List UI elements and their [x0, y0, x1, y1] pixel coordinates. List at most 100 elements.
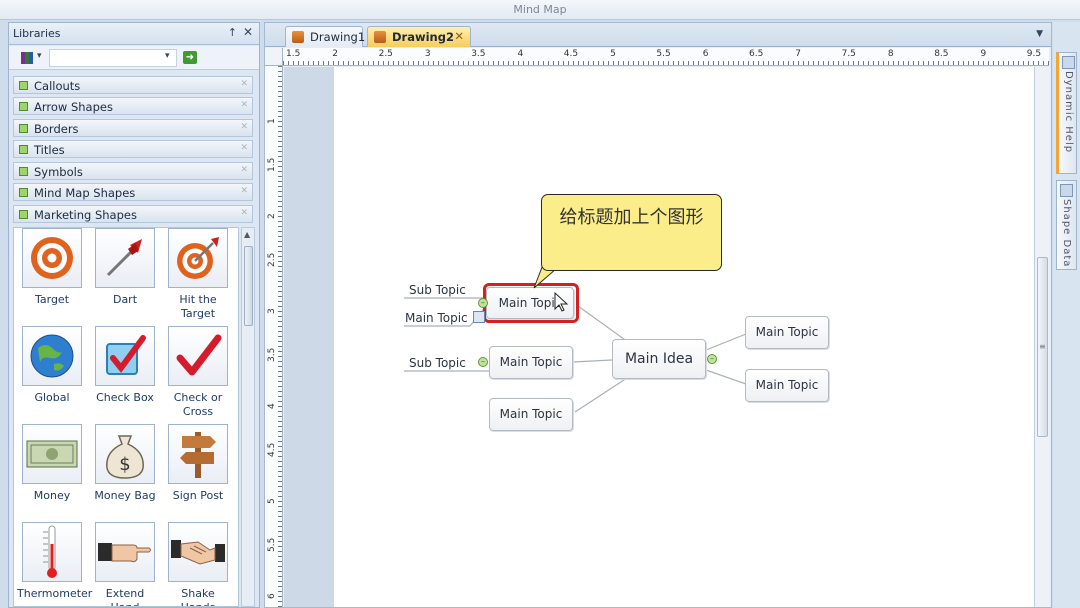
ruler-tick-label: 2 [267, 213, 277, 219]
shape-label: Shake Hands [181, 587, 216, 606]
go-arrow-icon[interactable]: ➜ [183, 51, 197, 64]
category-icon [19, 81, 28, 90]
shape-data-icon [1060, 184, 1073, 197]
shape-sign-post[interactable]: Sign Post [163, 424, 233, 503]
category-label: Borders [34, 122, 79, 136]
category-mind-map-shapes[interactable]: Mind Map Shapes ✕ [13, 183, 253, 201]
ruler-tick-label: 9.5 [1026, 49, 1042, 59]
shape-label: Money Bag [94, 489, 156, 502]
tab-label: Drawing2 [392, 30, 454, 44]
category-arrow-shapes[interactable]: Arrow Shapes ✕ [13, 97, 253, 115]
ruler-tick-label: 5 [610, 49, 616, 59]
topic-label: Main Topic [499, 407, 563, 421]
shape-label: Check or Cross [173, 391, 223, 418]
shape-thermometer[interactable]: Thermometer [17, 522, 92, 601]
sub-topic-2[interactable]: Main Topic [405, 311, 468, 325]
side-pane-label: Shape Data [1061, 199, 1072, 268]
chevron-down-icon[interactable]: ▾ [165, 51, 170, 61]
shape-global[interactable]: Global [17, 326, 87, 405]
close-icon[interactable]: ✕ [240, 100, 248, 110]
help-icon [1062, 56, 1075, 69]
ruler-tick-label: 5.5 [267, 537, 277, 552]
topic-note-icon[interactable] [473, 311, 485, 323]
scrollbar-thumb[interactable] [244, 246, 253, 326]
ruler-tick-label: 4 [517, 49, 524, 59]
dynamic-help-pane-tab[interactable]: Dynamic Help [1056, 52, 1077, 174]
libraries-toolbar: ▾ ▾ ➜ [9, 46, 259, 70]
shape-check-or-cross[interactable]: Check or Cross [163, 326, 233, 419]
canvas-background [284, 67, 1034, 607]
close-icon[interactable]: ✕ [240, 79, 248, 89]
pin-icon[interactable]: ↑ [228, 26, 237, 39]
ruler-tick-label: 4.5 [267, 442, 277, 457]
shape-label: Global [34, 391, 70, 404]
close-icon[interactable]: ✕ [240, 186, 248, 196]
drawing-page[interactable] [334, 67, 1034, 607]
shape-check-box[interactable]: Check Box [90, 326, 160, 405]
close-icon[interactable]: ✕ [243, 25, 253, 39]
shape-target[interactable]: Target [17, 228, 87, 307]
category-symbols[interactable]: Symbols ✕ [13, 162, 253, 180]
main-idea-node[interactable]: Main Idea [612, 339, 706, 379]
ruler-tick-label: 6.5 [749, 49, 764, 59]
main-topic-right-bottom[interactable]: Main Topic [745, 369, 829, 402]
ruler-tick-label: 5.5 [656, 49, 671, 59]
tab-label: Drawing1 [310, 30, 366, 44]
libraries-panel: Libraries ↑ ✕ ▾ ▾ ➜ Callouts ✕ Arrow Sha… [8, 22, 260, 608]
main-topic-right-top[interactable]: Main Topic [745, 316, 829, 349]
thermometer-icon [22, 522, 82, 582]
category-icon [19, 188, 28, 197]
ruler-tick-label: 7 [795, 49, 802, 59]
library-view-icon[interactable] [21, 52, 33, 64]
shape-extend-hand[interactable]: Extend Hand [90, 522, 160, 606]
main-topic-left-middle[interactable]: Main Topic [489, 346, 573, 379]
shape-money-bag[interactable]: $ Money Bag [90, 424, 160, 503]
collapse-icon[interactable]: – [707, 354, 717, 364]
shape-data-pane-tab[interactable]: Shape Data [1056, 180, 1077, 270]
tab-drawing1[interactable]: Drawing1 [285, 26, 366, 47]
callout-shape[interactable]: 给标题加上个图形 [541, 194, 722, 271]
collapse-icon[interactable]: – [478, 357, 488, 367]
check-mark-icon [168, 326, 228, 386]
chevron-down-icon[interactable]: ▾ [37, 51, 42, 61]
close-icon[interactable]: ✕ [240, 143, 248, 153]
libraries-title: Libraries [13, 27, 61, 40]
shape-money[interactable]: Money [17, 424, 87, 503]
main-topic-selected[interactable]: Main Topic [486, 287, 574, 319]
collapse-icon[interactable]: – [478, 298, 488, 308]
category-callouts[interactable]: Callouts ✕ [13, 76, 253, 94]
tab-drawing2[interactable]: Drawing2 ✕ [367, 26, 471, 47]
shape-shake-hands[interactable]: Shake Hands [163, 522, 233, 606]
ruler-tick-label: 6 [702, 49, 709, 59]
ruler-tick-label: 6 [267, 593, 277, 599]
category-marketing-shapes[interactable]: Marketing Shapes ✕ [13, 205, 253, 223]
category-titles[interactable]: Titles ✕ [13, 140, 253, 158]
canvas-vertical-scrollbar[interactable]: ≡ [1034, 67, 1050, 607]
globe-icon [22, 326, 82, 386]
topic-label: Main Topic [498, 296, 562, 310]
close-icon[interactable]: ✕ [240, 122, 248, 132]
shapes-scrollbar[interactable]: ▲ [241, 227, 255, 607]
close-icon[interactable]: ✕ [240, 208, 248, 218]
tab-list-dropdown-icon[interactable]: ▼ [1036, 29, 1043, 39]
ruler-tick-label: 3.5 [471, 49, 486, 59]
sub-topic-3[interactable]: Sub Topic [409, 356, 466, 370]
ruler-tick-label: 3.5 [267, 347, 277, 362]
shape-label: Sign Post [172, 489, 224, 502]
money-icon [22, 424, 82, 484]
library-search-input[interactable] [49, 49, 177, 67]
document-area: Drawing1 Drawing2 ✕ ▼ 1.5 2 2.5 3 3.5 4 4.5 5 5.… [264, 22, 1052, 608]
ruler-corner [265, 48, 283, 66]
ruler-tick-label: 1 [267, 118, 277, 124]
scroll-up-icon[interactable]: ▲ [244, 230, 250, 239]
main-topic-left-bottom[interactable]: Main Topic [489, 398, 573, 431]
category-borders[interactable]: Borders ✕ [13, 119, 253, 137]
close-tab-icon[interactable]: ✕ [454, 29, 464, 43]
sub-topic-1[interactable]: Sub Topic [409, 283, 466, 297]
category-icon [19, 102, 28, 111]
drawing-icon [292, 31, 304, 43]
shape-hit-the-target[interactable]: Hit the Target [163, 228, 233, 321]
close-icon[interactable]: ✕ [240, 165, 248, 175]
shape-dart[interactable]: Dart [90, 228, 160, 307]
shape-label: Dart [112, 293, 138, 306]
